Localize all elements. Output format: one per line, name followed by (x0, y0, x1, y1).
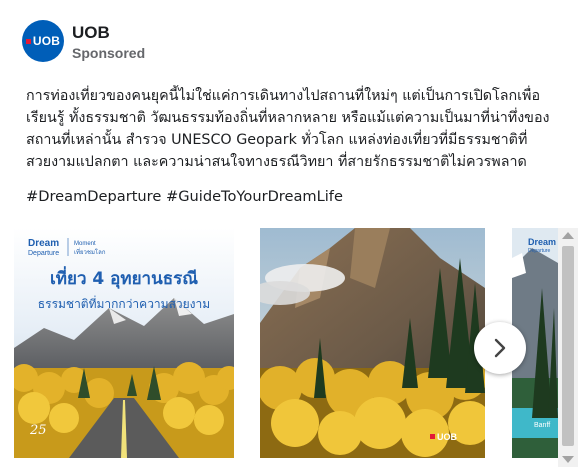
scroll-up-arrow-icon[interactable] (562, 232, 574, 239)
carousel-card-1[interactable]: Dream Departure Moment เที่ยวชมโลก เที่ย… (14, 228, 234, 458)
carousel-next-button[interactable] (474, 322, 526, 374)
card-1-tagline-1: Moment (74, 241, 96, 247)
card-3-logo-bottom: Departure (528, 248, 550, 254)
card-1-image: Dream Departure Moment เที่ยวชมโลก เที่ย… (14, 228, 234, 458)
post-hashtags[interactable]: #DreamDeparture #GuideToYourDreamLife (26, 188, 343, 205)
advertiser-avatar[interactable]: UOB (22, 20, 64, 62)
card-1-logo-top: Dream (28, 238, 59, 249)
card-3-logo-top: Dream (528, 237, 556, 247)
card-1-badge: 25 (29, 423, 47, 438)
carousel-card-2[interactable]: UOB (260, 228, 485, 458)
card-2-image: UOB (260, 228, 485, 458)
card-3-caption: Banff (534, 422, 550, 429)
post-body: การท่องเที่ยวของคนยุคนี้ไม่ใช่แค่การเดิน… (26, 85, 556, 173)
card-1-tagline-2: เที่ยวชมโลก (74, 248, 106, 256)
uob-logo-mark-icon (25, 38, 31, 44)
scrollbar-thumb[interactable] (562, 246, 574, 446)
post-line: สวยงามแปลกตา และความน่าสนใจทางธรณีวิทยา … (26, 154, 527, 170)
card-1-subheadline: ธรรมชาติที่มากกว่าความสวยงาม (38, 295, 210, 311)
advertiser-name[interactable]: UOB (72, 23, 110, 43)
sponsored-label[interactable]: Sponsored (72, 45, 145, 61)
post-line: การท่องเที่ยวของคนยุคนี้ไม่ใช่แค่การเดิน… (26, 88, 541, 104)
avatar-text: UOB (32, 34, 61, 48)
scroll-down-arrow-icon[interactable] (562, 456, 574, 463)
card-2-brand-mark: UOB (437, 432, 458, 442)
vertical-scrollbar[interactable] (558, 228, 578, 467)
post-header: UOB UOB Sponsored (22, 20, 542, 64)
post-line: สถานที่เหล่านั้น สำรวจ UNESCO Geopark ทั… (26, 132, 528, 148)
post-line: เรียนรู้ ทั้งธรรมชาติ วัฒนธรรมท้องถิ่นที… (26, 110, 550, 126)
card-1-logo-bottom: Departure (28, 250, 59, 257)
card-1-headline: เที่ยว 4 อุทยานธรณี (50, 266, 198, 289)
chevron-right-icon (494, 338, 506, 358)
